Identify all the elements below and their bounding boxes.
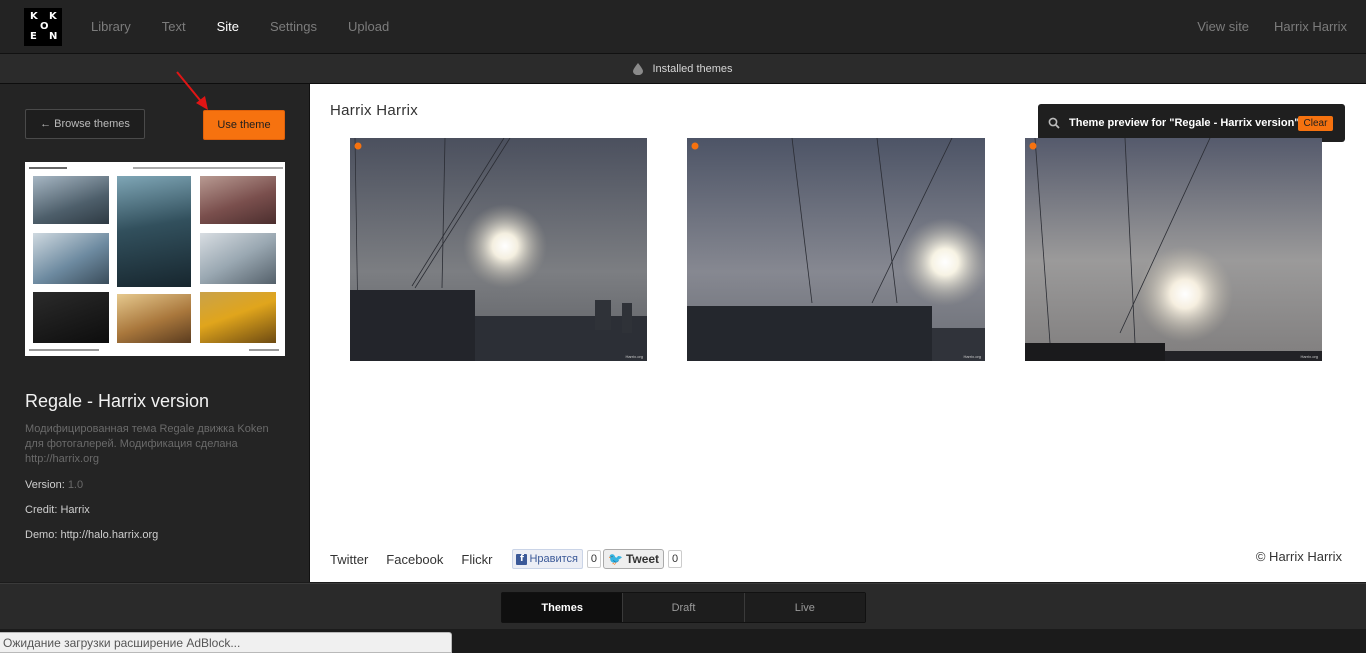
tweet-label: Tweet xyxy=(625,552,660,566)
site-title[interactable]: Harrix Harrix xyxy=(330,102,418,119)
red-arrow-annotation xyxy=(176,71,208,110)
facebook-icon: f xyxy=(516,553,528,565)
user-menu[interactable]: Harrix Harrix xyxy=(1274,19,1347,34)
photo-watermark: Harrix.org xyxy=(1300,354,1318,359)
thumbnail-header xyxy=(29,165,283,171)
copyright: © Harrix Harrix xyxy=(1255,549,1342,564)
top-nav-bar: K K O E N Library Text Site Settings Upl… xyxy=(0,0,1366,54)
mode-bar: Themes Draft Live xyxy=(0,583,1366,629)
browse-themes-button[interactable]: ← Browse themes xyxy=(25,109,145,139)
preview-notice: Theme preview for "Regale - Harrix versi… xyxy=(1038,104,1345,142)
photo-watermark: Harrix.org xyxy=(963,354,981,359)
twitter-bird-icon: 🐦 xyxy=(607,552,623,566)
social-links: Twitter Facebook Flickr f Нравится 0 🐦 T… xyxy=(330,549,683,569)
twitter-link[interactable]: Twitter xyxy=(330,552,368,567)
tweet-count: 0 xyxy=(668,550,683,568)
tweet-button[interactable]: 🐦 Tweet xyxy=(602,549,665,569)
use-theme-button[interactable]: Use theme xyxy=(203,110,285,140)
flickr-link[interactable]: Flickr xyxy=(461,552,492,567)
gallery-photo[interactable]: Harrix.org xyxy=(350,138,647,361)
theme-thumbnail xyxy=(25,162,285,356)
theme-description: Модифицированная тема Regale движка Koke… xyxy=(25,423,269,465)
search-icon xyxy=(1048,117,1060,129)
facebook-like-label: Нравится xyxy=(529,553,578,565)
gallery-photo[interactable]: Harrix.org xyxy=(1025,138,1322,361)
facebook-like-count: 0 xyxy=(586,550,601,568)
theme-version: Version: 1.0 xyxy=(25,479,83,491)
mode-live[interactable]: Live xyxy=(744,593,865,622)
mode-switcher: Themes Draft Live xyxy=(501,592,866,623)
clear-button[interactable]: Clear xyxy=(1298,116,1333,131)
gallery-photo[interactable]: Harrix.org xyxy=(687,138,985,361)
theme-demo: Demo: http://halo.harrix.org xyxy=(25,529,159,541)
facebook-link[interactable]: Facebook xyxy=(386,552,443,567)
logo-letter: E xyxy=(30,31,37,42)
main-nav: Library Text Site Settings Upload xyxy=(91,0,420,53)
theme-sidebar: ← Browse themes Use theme Regale - Harri… xyxy=(0,71,310,582)
mode-draft[interactable]: Draft xyxy=(623,593,745,622)
logo-letter: K xyxy=(30,11,38,22)
logo-letter: K xyxy=(49,11,57,22)
preview-notice-text: Theme preview for "Regale - Harrix versi… xyxy=(1069,117,1300,129)
browser-status-bar: Ожидание загрузки расширение AdBlock... xyxy=(0,632,452,653)
nav-text[interactable]: Text xyxy=(162,19,186,34)
view-site-link[interactable]: View site xyxy=(1197,19,1249,34)
facebook-like-button[interactable]: f Нравится xyxy=(512,549,583,569)
logo-letter: O xyxy=(40,21,49,32)
mode-themes[interactable]: Themes xyxy=(502,593,624,622)
nav-site[interactable]: Site xyxy=(217,19,239,34)
nav-settings[interactable]: Settings xyxy=(270,19,317,34)
version-label: Version: xyxy=(25,479,65,491)
thumbnail-footer xyxy=(29,348,281,352)
logo-letter: N xyxy=(49,31,58,42)
photo-watermark: Harrix.org xyxy=(625,354,643,359)
theme-credit: Credit: Harrix xyxy=(25,504,90,516)
version-value: 1.0 xyxy=(67,479,84,491)
theme-preview: Harrix Harrix Theme preview for "Regale … xyxy=(310,84,1366,582)
koken-logo[interactable]: K K O E N xyxy=(24,8,62,46)
nav-library[interactable]: Library xyxy=(91,19,131,34)
installed-themes-label[interactable]: Installed themes xyxy=(652,63,732,75)
nav-upload[interactable]: Upload xyxy=(348,19,389,34)
user-nav: View site Harrix Harrix xyxy=(1172,0,1347,53)
theme-name: Regale - Harrix version xyxy=(25,391,210,411)
drop-icon xyxy=(633,62,644,75)
